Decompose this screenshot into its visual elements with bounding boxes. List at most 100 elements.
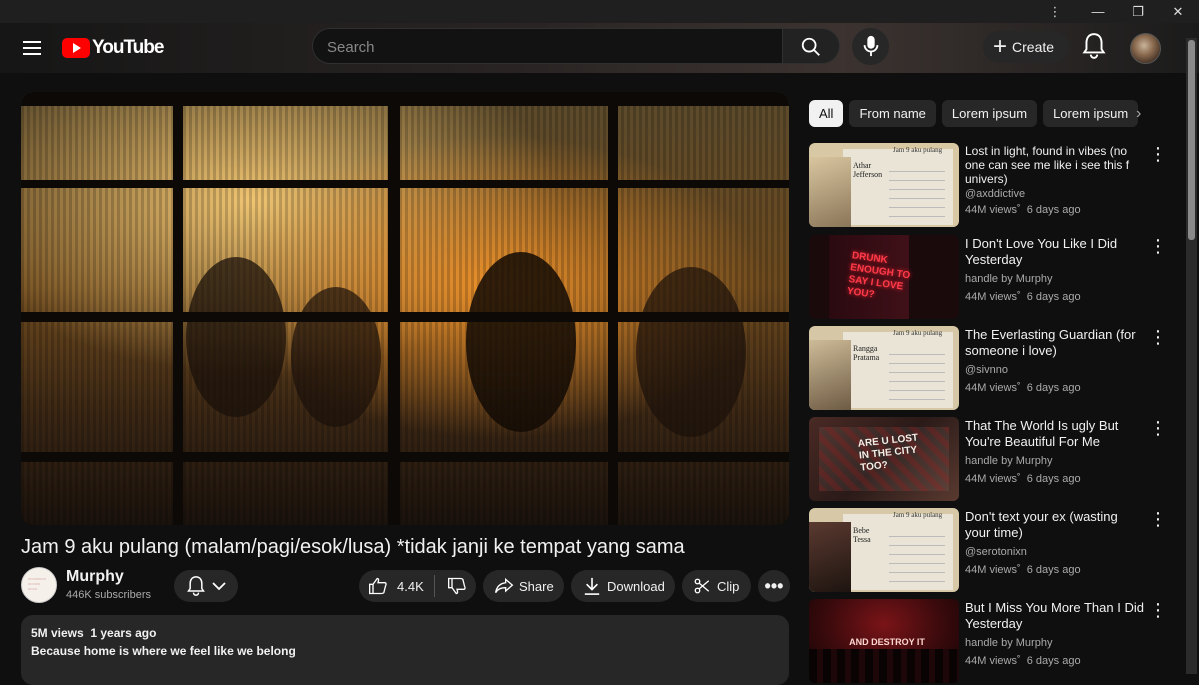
more-vert-icon[interactable]: ⋮ — [1149, 328, 1167, 346]
more-actions-button[interactable]: ••• — [758, 570, 790, 602]
search-box[interactable] — [312, 28, 783, 65]
recommendation-item[interactable]: Jam 9 aku pulang Rangga Pratama The Ever… — [809, 326, 1169, 411]
share-button[interactable]: Share — [483, 570, 564, 602]
poster-lines — [889, 165, 945, 219]
rec-age: 6 days ago — [1026, 291, 1081, 303]
download-label: Download — [607, 578, 665, 594]
chevron-right-icon[interactable]: › — [1136, 105, 1141, 123]
clip-label: Clip — [717, 578, 740, 594]
graffiti-text: ARE U LOST IN THE CITY TOO? — [857, 432, 919, 474]
video-frame-image — [21, 92, 789, 525]
rec-title[interactable]: That The World Is ugly But You're Beauti… — [965, 418, 1145, 450]
video-thumbnail[interactable]: Jam 9 aku pulang Athar Jefferson — [809, 143, 959, 227]
like-count: 4.4K — [397, 578, 424, 594]
video-thumbnail[interactable]: ARE U LOST IN THE CITY TOO? — [809, 417, 959, 501]
more-vert-icon[interactable]: ⋮ — [1149, 419, 1167, 437]
restore-button[interactable]: ❐ — [1118, 0, 1158, 23]
clip-button[interactable]: Clip — [682, 570, 751, 602]
logo-text: YouTube — [92, 37, 164, 58]
channel-name[interactable]: Murphy — [66, 568, 124, 586]
account-avatar[interactable] — [1130, 33, 1161, 64]
rec-meta: 44M views˚ 6 days ago — [965, 291, 1081, 303]
video-title: Jam 9 aku pulang (malam/pagi/esok/lusa) … — [21, 536, 685, 558]
subscribe-bell-button[interactable] — [174, 570, 238, 602]
rec-handle[interactable]: handle by Murphy — [965, 455, 1052, 467]
scissors-icon — [694, 578, 710, 594]
rec-handle[interactable]: @sivnno — [965, 364, 1008, 376]
rec-meta: 44M views˚ 6 days ago — [965, 382, 1081, 394]
recommendation-item[interactable]: AND DESTROY IT But I Miss You More Than … — [809, 599, 1169, 684]
chip-from-name[interactable]: From name — [849, 100, 936, 127]
chip-lorem-1[interactable]: Lorem ipsum — [941, 100, 1038, 127]
rec-views: 44M views — [965, 655, 1017, 667]
poster-name: Bebe Tessa — [853, 526, 871, 544]
rec-title[interactable]: The Everlasting Guardian (for someone i … — [965, 327, 1145, 359]
video-thumbnail[interactable]: Jam 9 aku pulang Bebe Tessa — [809, 508, 959, 592]
create-label: Create — [1012, 39, 1055, 55]
thumbs-up-icon — [369, 577, 387, 595]
rec-age: 6 days ago — [1026, 655, 1081, 667]
more-vert-icon[interactable]: ⋮ — [1149, 510, 1167, 528]
rec-title[interactable]: But I Miss You More Than I Did Yesterday — [965, 600, 1145, 632]
dislike-button[interactable] — [435, 570, 467, 602]
rec-age: 6 days ago — [1026, 473, 1081, 485]
rec-title[interactable]: I Don't Love You Like I Did Yesterday — [965, 236, 1145, 268]
rec-views: 44M views — [965, 204, 1017, 216]
poster-heading: Jam 9 aku pulang — [893, 146, 943, 154]
rec-age: 6 days ago — [1026, 382, 1081, 394]
rec-handle[interactable]: handle by Murphy — [965, 273, 1052, 285]
poster-name: Athar Jefferson — [853, 161, 883, 179]
create-button[interactable]: + Create — [983, 31, 1069, 63]
poster-lines — [889, 530, 945, 584]
video-thumbnail[interactable]: Jam 9 aku pulang Rangga Pratama — [809, 326, 959, 410]
voice-search-button[interactable] — [852, 28, 889, 65]
recommendation-item[interactable]: DRUNK ENOUGH TO SAY I LOVE YOU? I Don't … — [809, 235, 1169, 320]
like-button[interactable]: 4.4K — [359, 570, 424, 602]
download-icon — [584, 577, 600, 595]
filter-chips: All From name Lorem ipsum Lorem ipsum — [809, 100, 1139, 127]
download-button[interactable]: Download — [571, 570, 675, 602]
bell-icon — [187, 576, 205, 596]
crowd-silhouette — [809, 649, 959, 683]
play-logo-icon — [62, 38, 90, 58]
rec-handle[interactable]: @serotonixn — [965, 546, 1027, 558]
video-thumbnail[interactable]: DRUNK ENOUGH TO SAY I LOVE YOU? — [809, 235, 959, 319]
rec-title[interactable]: Don't text your ex (wasting your time) — [965, 509, 1145, 541]
neon-sign-text: DRUNK ENOUGH TO SAY I LOVE YOU? — [846, 250, 911, 301]
page-scrollbar-thumb[interactable] — [1188, 40, 1195, 240]
youtube-logo[interactable]: YouTube — [62, 37, 164, 59]
thumbs-down-icon — [447, 577, 466, 595]
microphone-icon — [863, 35, 879, 57]
chip-all[interactable]: All — [809, 100, 844, 127]
video-thumbnail[interactable]: AND DESTROY IT — [809, 599, 959, 683]
portrait-photo — [809, 157, 851, 227]
search-button[interactable] — [783, 28, 840, 64]
recommendation-item[interactable]: ARE U LOST IN THE CITY TOO? That The Wor… — [809, 417, 1169, 502]
recommendation-item[interactable]: Jam 9 aku pulang Athar Jefferson Lost in… — [809, 143, 1169, 228]
share-label: Share — [519, 578, 554, 594]
rec-handle[interactable]: @axddictive — [965, 188, 1025, 200]
portrait-photo — [809, 522, 851, 592]
more-vert-icon[interactable]: ⋮ — [1149, 145, 1167, 163]
more-vert-icon[interactable]: ⋮ — [1149, 237, 1167, 255]
rec-views: 44M views — [965, 473, 1017, 485]
video-player[interactable] — [21, 92, 789, 525]
more-vert-icon[interactable]: ⋮ — [1035, 0, 1075, 23]
concert-text: AND DESTROY IT — [849, 637, 925, 647]
rec-title[interactable]: Lost in light, found in vibes (no one ca… — [965, 144, 1135, 186]
rec-handle[interactable]: handle by Murphy — [965, 637, 1052, 649]
recommendation-item[interactable]: Jam 9 aku pulang Bebe Tessa Don't text y… — [809, 508, 1169, 593]
close-button[interactable]: ✕ — [1158, 0, 1198, 23]
notifications-icon[interactable] — [1081, 32, 1107, 60]
channel-avatar[interactable]: :::::::::::::::: ::::::::::: :::::::: — [21, 567, 57, 603]
search-input[interactable] — [313, 29, 769, 65]
rec-age: 6 days ago — [1026, 204, 1081, 216]
menu-icon[interactable] — [23, 41, 41, 55]
poster-name: Rangga Pratama — [853, 344, 880, 362]
upload-age: 1 years ago — [90, 626, 157, 640]
minimize-button[interactable]: — — [1078, 0, 1118, 23]
rec-meta: 44M views˚ 6 days ago — [965, 204, 1081, 216]
chip-lorem-2[interactable]: Lorem ipsum — [1043, 100, 1139, 127]
more-vert-icon[interactable]: ⋮ — [1149, 601, 1167, 619]
poster-heading: Jam 9 aku pulang — [893, 329, 943, 337]
